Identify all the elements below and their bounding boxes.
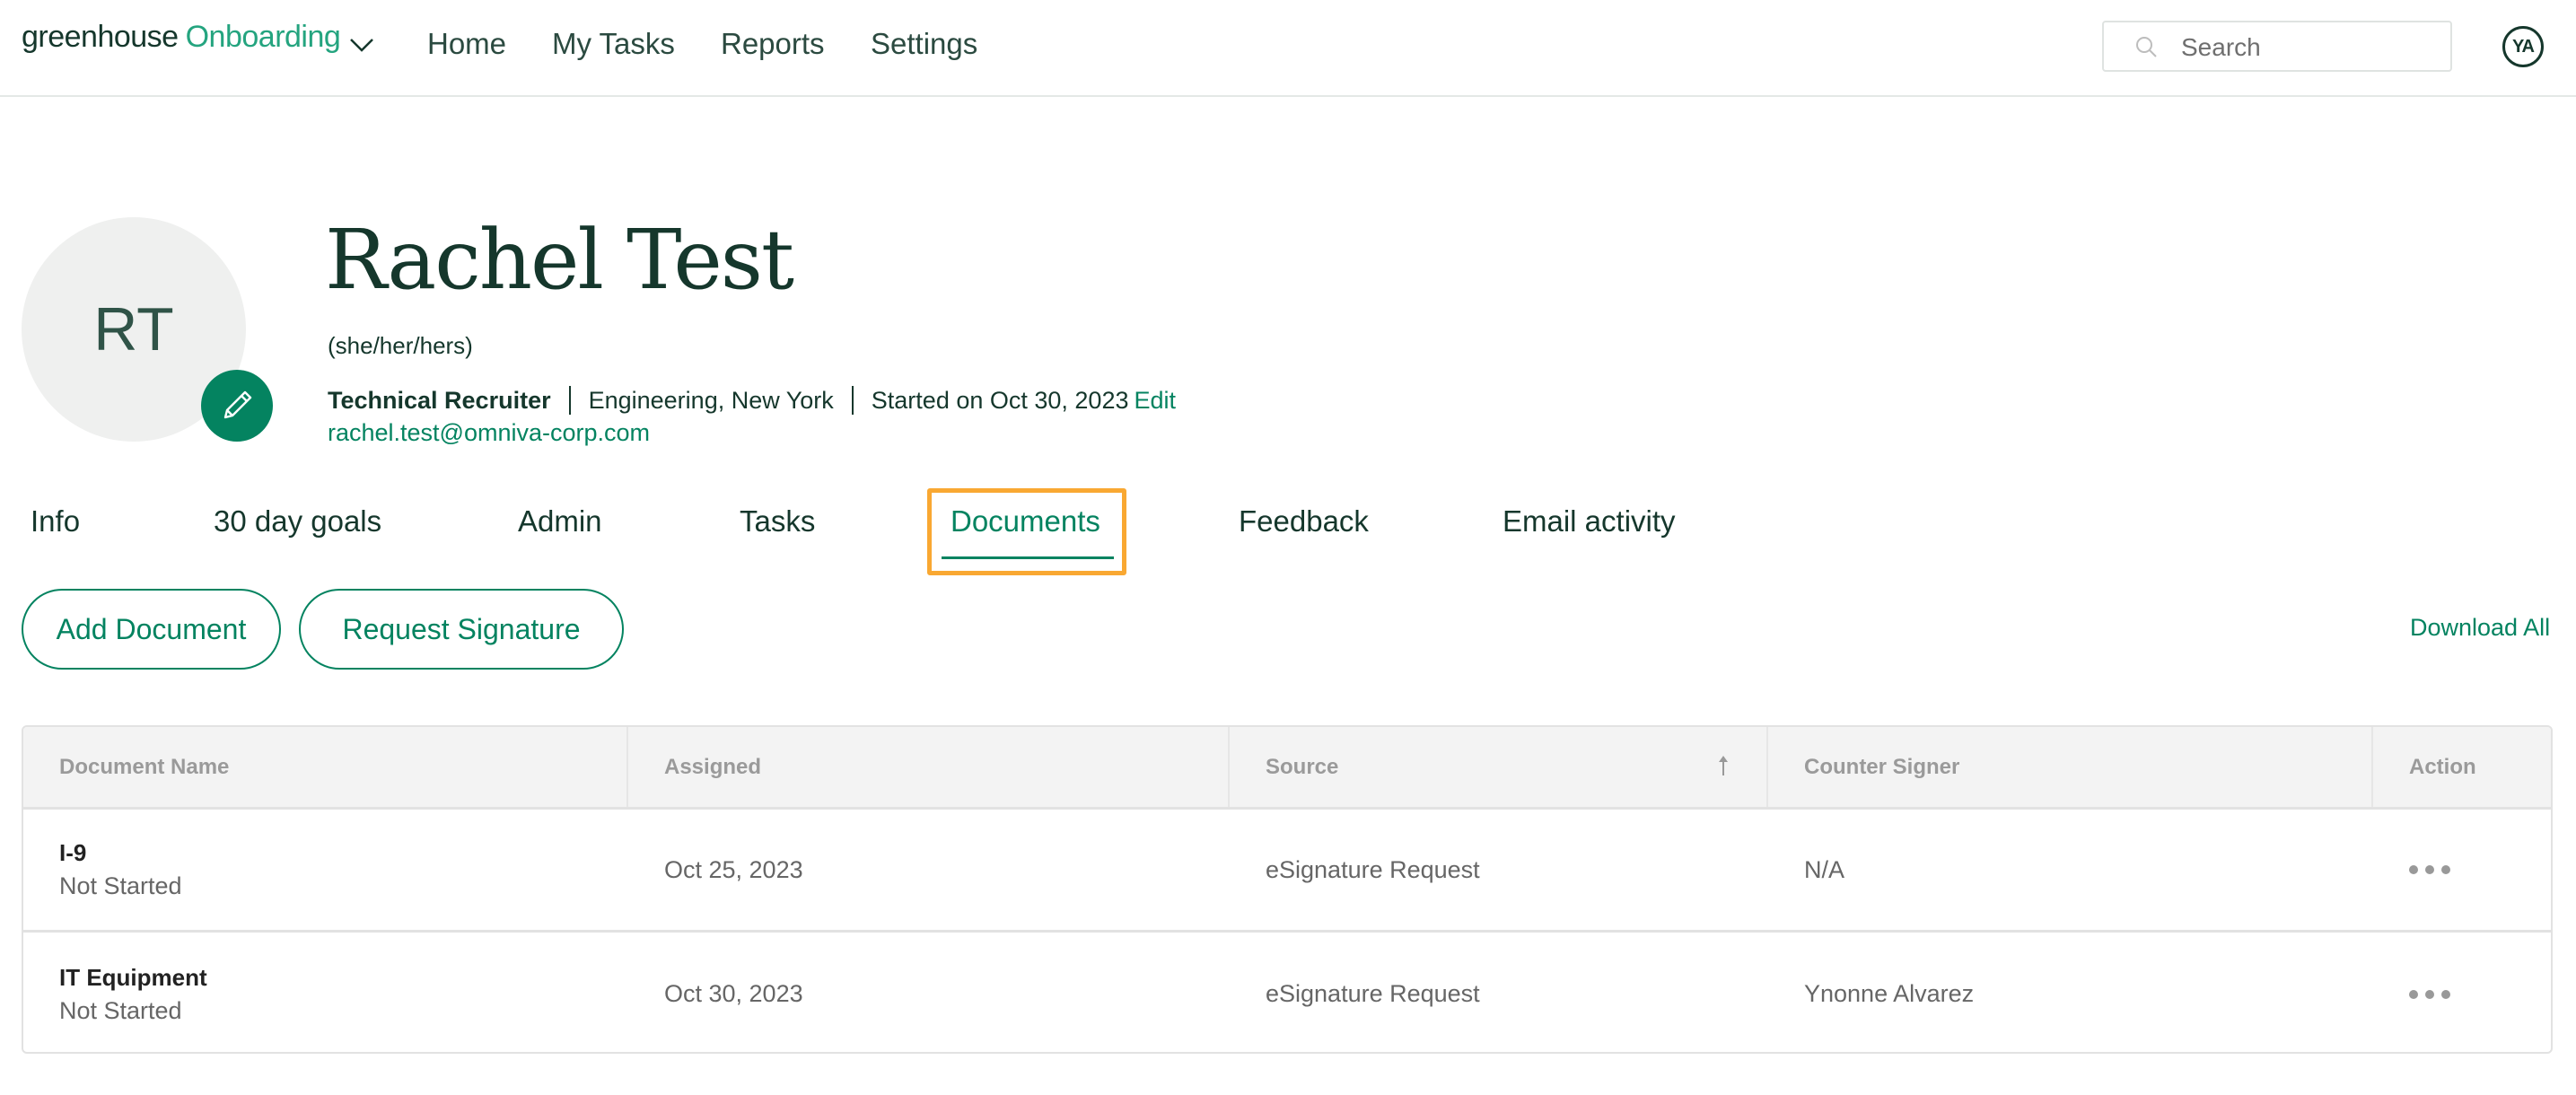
tab-30-day-goals[interactable]: 30 day goals <box>214 504 381 539</box>
documents-table: Document Name Assigned Source Counter Si… <box>22 725 2553 1054</box>
app-logo[interactable]: greenhouse Onboarding <box>22 20 341 55</box>
table-row: I-9 Not Started Oct 25, 2023 eSignature … <box>23 810 2551 933</box>
separator <box>851 386 854 415</box>
more-actions-icon[interactable] <box>2409 865 2450 874</box>
search-box <box>2102 21 2452 72</box>
logo-onboarding: Onboarding <box>185 20 341 54</box>
sort-ascending-icon[interactable] <box>1716 754 1730 777</box>
document-status: Not Started <box>59 996 182 1024</box>
download-all-link[interactable]: Download All <box>2410 614 2550 642</box>
tab-info[interactable]: Info <box>31 504 80 539</box>
search-input[interactable] <box>2179 30 2443 66</box>
tab-tasks[interactable]: Tasks <box>740 504 815 539</box>
counter-signer: Ynonne Alvarez <box>1804 980 1975 1007</box>
add-document-button[interactable]: Add Document <box>22 589 281 670</box>
document-name[interactable]: I-9 <box>59 839 182 867</box>
pencil-icon <box>223 390 252 419</box>
pronouns: (she/her/hers) <box>328 332 473 359</box>
column-header-document-name[interactable]: Document Name <box>23 727 628 807</box>
employee-name: Rachel Test <box>325 212 794 308</box>
tab-documents[interactable]: Documents <box>951 504 1100 539</box>
separator <box>568 386 571 415</box>
document-cell: I-9 Not Started <box>23 810 182 930</box>
job-title: Technical Recruiter <box>328 386 551 414</box>
user-avatar[interactable]: YA <box>2502 26 2544 67</box>
document-status: Not Started <box>59 872 182 899</box>
column-header-action: Action <box>2409 754 2476 779</box>
nav-home[interactable]: Home <box>427 27 506 61</box>
start-date: Started on Oct 30, 2023 <box>871 386 1129 414</box>
request-signature-button[interactable]: Request Signature <box>299 589 624 670</box>
tab-admin[interactable]: Admin <box>518 504 602 539</box>
nav-my-tasks[interactable]: My Tasks <box>552 27 675 61</box>
tab-email-activity[interactable]: Email activity <box>1503 504 1676 539</box>
counter-signer: N/A <box>1804 855 1845 883</box>
table-header: Document Name Assigned Source Counter Si… <box>23 727 2551 810</box>
action-cell <box>2373 810 2450 930</box>
assigned-date: Oct 25, 2023 <box>664 855 803 883</box>
assigned-date: Oct 30, 2023 <box>664 980 803 1007</box>
search-icon <box>2136 37 2157 57</box>
tab-feedback[interactable]: Feedback <box>1239 504 1369 539</box>
more-actions-icon[interactable] <box>2409 989 2450 999</box>
nav-settings[interactable]: Settings <box>871 27 977 61</box>
employee-meta: Technical Recruiter Engineering, New Yor… <box>328 386 1176 415</box>
table-row: IT Equipment Not Started Oct 30, 2023 eS… <box>23 933 2551 1052</box>
top-navigation-bar: greenhouse Onboarding Home My Tasks Repor… <box>0 0 2576 97</box>
nav-reports[interactable]: Reports <box>721 27 825 61</box>
active-tab-indicator <box>942 556 1114 559</box>
department-location: Engineering, New York <box>588 386 834 414</box>
column-header-source[interactable]: Source <box>1230 727 1766 807</box>
logo-greenhouse: greenhouse <box>22 20 179 54</box>
column-header-counter-signer[interactable]: Counter Signer <box>1768 727 2371 807</box>
edit-profile-photo-button[interactable] <box>201 370 273 442</box>
column-header-assigned[interactable]: Assigned <box>628 727 1230 807</box>
document-source: eSignature Request <box>1266 980 1480 1007</box>
document-source: eSignature Request <box>1266 855 1480 883</box>
document-name[interactable]: IT Equipment <box>59 964 207 992</box>
profile-initials: RT <box>93 295 174 364</box>
edit-start-date-link[interactable]: Edit <box>1134 387 1176 415</box>
document-cell: IT Equipment Not Started <box>23 933 207 1052</box>
chevron-down-icon[interactable] <box>348 34 375 56</box>
action-cell <box>2373 933 2450 1052</box>
employee-email[interactable]: rachel.test@omniva-corp.com <box>328 419 650 447</box>
